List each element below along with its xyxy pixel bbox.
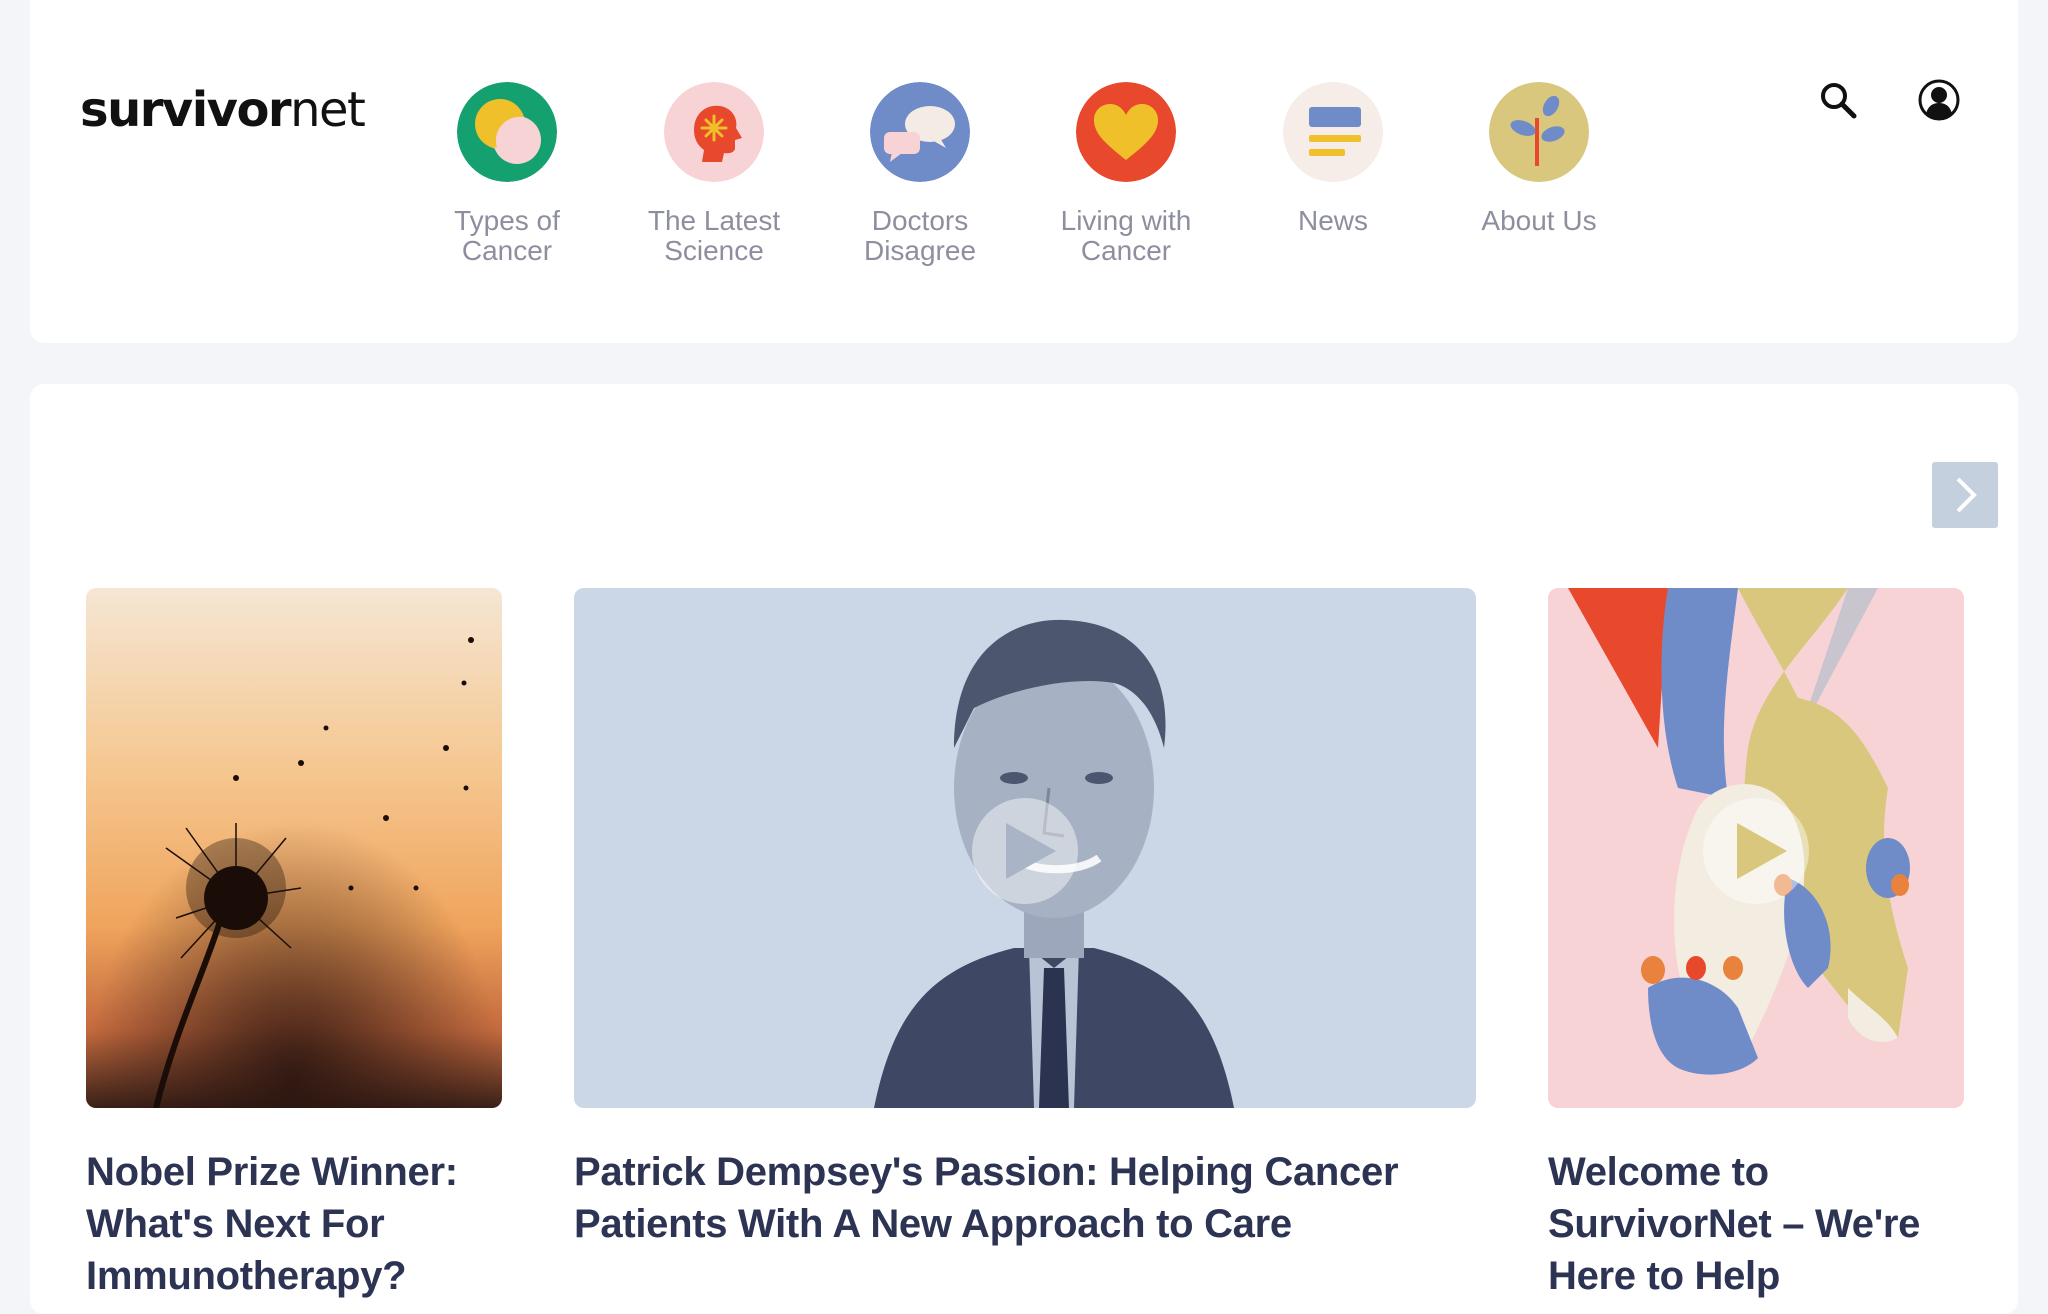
article-title[interactable]: Patrick Dempsey's Passion: Helping Cance… [574,1146,1476,1250]
nav-item-living-with-cancer[interactable]: Living with Cancer [1036,82,1216,266]
nav-item-doctors-disagree[interactable]: Doctors Disagree [830,82,1010,266]
speech-bubbles-icon [870,82,970,182]
holding-hands-illustration[interactable] [1548,588,1964,1108]
article-title[interactable]: Welcome to SurvivorNet – We're Here to H… [1548,1146,1964,1302]
nav-item-news[interactable]: News [1243,82,1423,236]
user-account-icon[interactable] [1917,78,1961,122]
circles-icon [457,82,557,182]
article-title[interactable]: Nobel Prize Winner: What's Next For Immu… [86,1146,502,1302]
play-icon [1737,823,1787,879]
sprout-icon [1489,82,1589,182]
article-card-welcome[interactable]: Welcome to SurvivorNet – We're Here to H… [1548,588,1964,1302]
dandelion-image[interactable] [86,588,502,1108]
nav-item-types-of-cancer[interactable]: Types of Cancer [417,82,597,266]
featured-carousel: Nobel Prize Winner: What's Next For Immu… [30,384,2018,1314]
carousel-next-button[interactable] [1932,462,1998,528]
site-header: survivornet Types of Cancer The Latest S… [30,0,2018,343]
news-lines-icon [1283,82,1383,182]
heart-icon [1076,82,1176,182]
article-card-nobel-prize[interactable]: Nobel Prize Winner: What's Next For Immu… [86,588,502,1302]
patrick-dempsey-image[interactable] [574,588,1476,1108]
nav-item-the-latest-science[interactable]: The Latest Science [624,82,804,266]
main-nav: Types of Cancer The Latest Science Docto… [30,0,2018,343]
play-video-button[interactable] [972,798,1078,904]
chevron-right-icon [1956,477,1977,513]
article-card-patrick-dempsey[interactable]: Patrick Dempsey's Passion: Helping Cance… [574,588,1476,1250]
search-icon[interactable] [1816,78,1860,122]
head-spark-icon [664,82,764,182]
play-video-button[interactable] [1703,798,1809,904]
play-icon [1006,823,1056,879]
nav-item-about-us[interactable]: About Us [1449,82,1629,236]
